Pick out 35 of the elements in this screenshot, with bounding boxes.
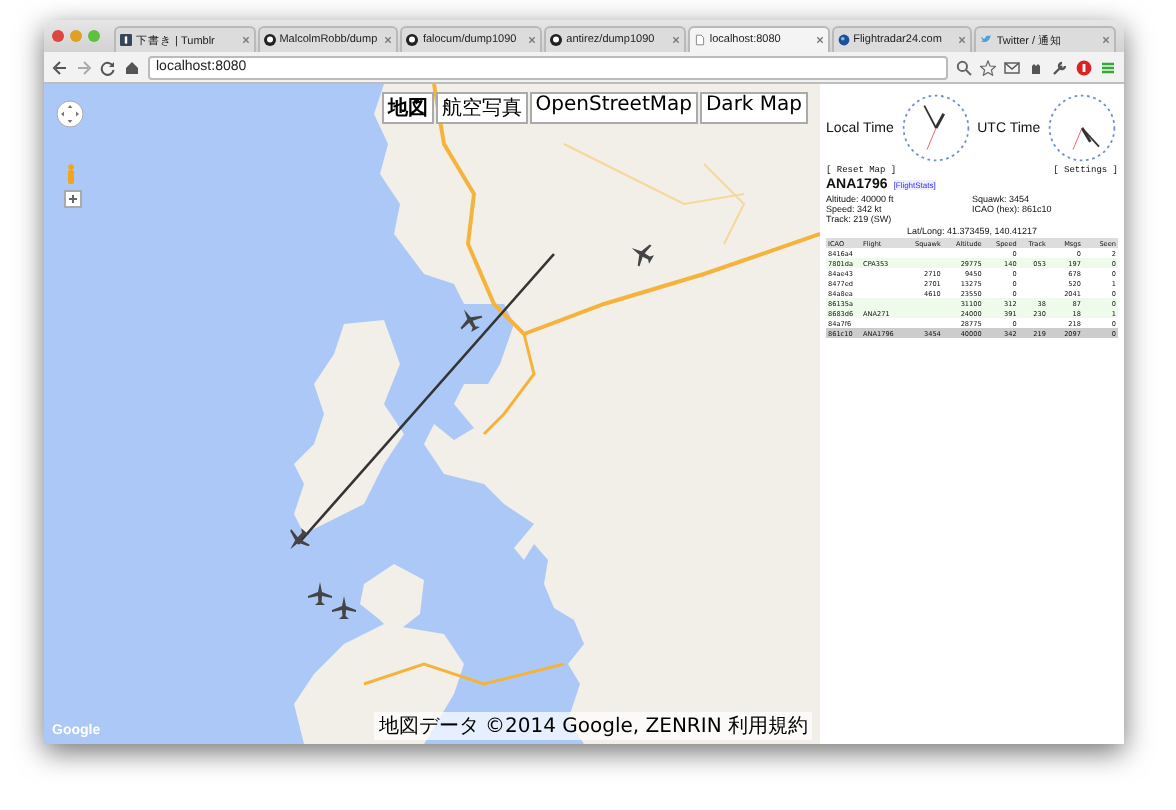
close-icon[interactable]: [815, 36, 824, 44]
bird-icon: [980, 34, 993, 46]
map-type-button[interactable]: Dark Map: [699, 92, 808, 124]
back-icon[interactable]: [52, 59, 68, 75]
clock-face-icon: [899, 92, 972, 164]
menu-icon[interactable]: [1100, 59, 1116, 75]
airplane-icon[interactable]: [332, 596, 356, 619]
map-type-button[interactable]: OpenStreetMap: [529, 92, 698, 124]
airplane-icon[interactable]: [290, 528, 310, 550]
globe-icon: [837, 34, 850, 46]
close-icon[interactable]: [1102, 36, 1111, 44]
airplane-icon[interactable]: [308, 582, 332, 605]
zoom-in-icon[interactable]: [64, 190, 82, 208]
stop-sign-icon[interactable]: [1076, 59, 1092, 75]
clock-face-icon: [1045, 92, 1118, 164]
close-icon[interactable]: [241, 36, 250, 44]
star-icon[interactable]: [980, 59, 996, 75]
mail-icon[interactable]: [1004, 59, 1020, 75]
map-type-button[interactable]: 地図: [381, 92, 434, 124]
close-icon[interactable]: [958, 36, 967, 44]
map-type-button[interactable]: 航空写真: [435, 92, 528, 124]
map-attribution: 地図データ ©2014 Google, ZENRIN 利用規約: [374, 712, 812, 740]
wrench-icon[interactable]: [1052, 59, 1068, 75]
close-button[interactable]: [52, 30, 64, 42]
close-icon[interactable]: [384, 36, 393, 44]
close-icon[interactable]: [671, 36, 680, 44]
airplane-icon[interactable]: [460, 309, 483, 333]
tumblr-icon: [120, 34, 132, 46]
close-icon[interactable]: [528, 36, 537, 44]
reload-icon[interactable]: [100, 59, 116, 75]
home-icon[interactable]: [124, 59, 140, 75]
page-icon: [693, 34, 706, 46]
search-icon[interactable]: [956, 59, 972, 75]
pan-control[interactable]: [56, 100, 84, 128]
airplane-icon[interactable]: [631, 244, 655, 267]
